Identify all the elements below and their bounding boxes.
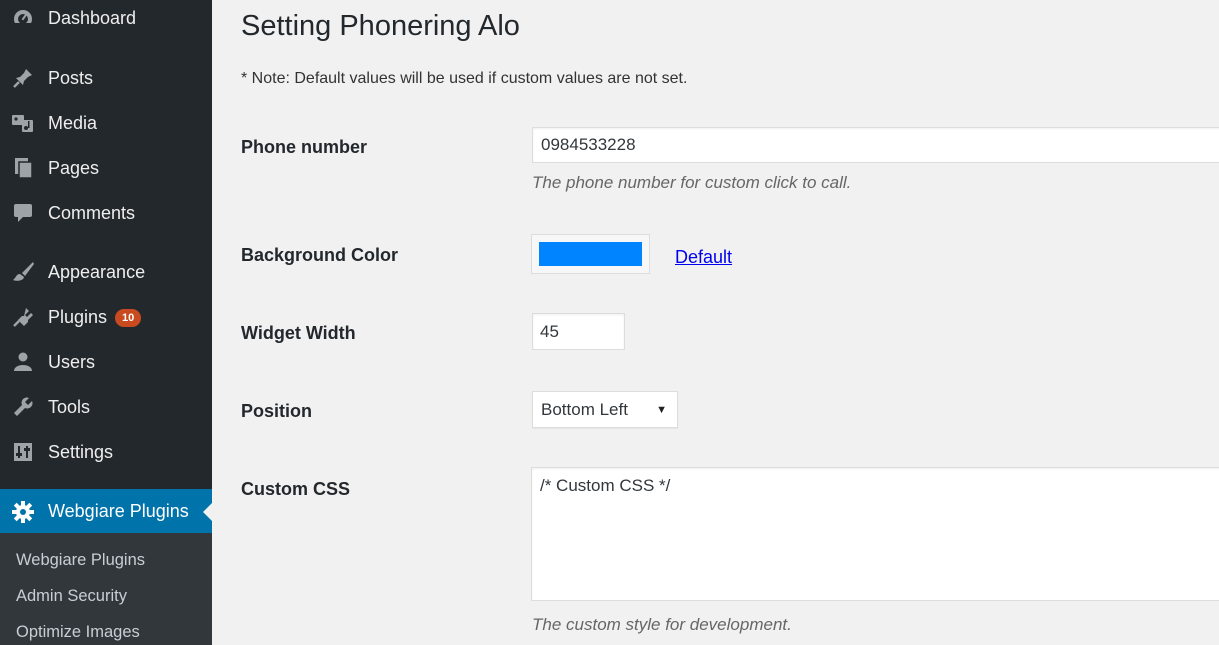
sidebar-item-dashboard[interactable]: Dashboard xyxy=(0,0,212,38)
default-color-link[interactable]: Default xyxy=(675,247,732,268)
sidebar-item-settings[interactable]: Settings xyxy=(0,432,212,472)
brush-icon xyxy=(11,260,35,284)
sidebar-item-posts[interactable]: Posts xyxy=(0,58,212,98)
sidebar-item-plugins[interactable]: Plugins 10 xyxy=(0,297,212,337)
wrench-icon xyxy=(11,395,35,419)
dashboard-icon xyxy=(11,6,35,30)
phone-number-label: Phone number xyxy=(241,137,368,157)
custom-css-label: Custom CSS xyxy=(241,479,351,499)
settings-content: Setting Phonering Alo * Note: Default va… xyxy=(212,0,1219,645)
sidebar-item-label: Users xyxy=(48,351,96,372)
user-icon xyxy=(11,350,35,374)
sidebar-item-appearance[interactable]: Appearance xyxy=(0,252,212,292)
page-title: Setting Phonering Alo xyxy=(241,10,520,42)
widget-width-input[interactable] xyxy=(532,313,625,350)
sidebar-item-label: Settings xyxy=(48,441,114,462)
sidebar-item-label: Tools xyxy=(48,396,91,417)
sidebar-item-webgiare-plugins[interactable]: Webgiare Plugins xyxy=(0,489,212,534)
submenu-item-admin-security[interactable]: Admin Security xyxy=(16,587,127,606)
widget-width-label: Widget Width xyxy=(241,323,356,343)
submenu: Webgiare Plugins Admin Security Optimize… xyxy=(0,533,212,645)
background-color-label: Background Color xyxy=(241,245,399,265)
sidebar-item-label: Dashboard xyxy=(48,7,137,28)
sidebar-item-comments[interactable]: Comments xyxy=(0,193,212,233)
sidebar-item-pages[interactable]: Pages xyxy=(0,148,212,188)
plugin-icon xyxy=(11,305,35,329)
color-picker-button[interactable] xyxy=(531,234,650,274)
sidebar-item-label: Pages xyxy=(48,157,100,178)
gear-icon xyxy=(11,500,35,524)
media-icon xyxy=(11,111,35,135)
submenu-item-webgiare-plugins[interactable]: Webgiare Plugins xyxy=(16,551,145,570)
custom-css-textarea[interactable]: /* Custom CSS */ xyxy=(531,467,1219,601)
color-swatch xyxy=(539,242,642,266)
submenu-item-optimize-images[interactable]: Optimize Images xyxy=(16,623,140,642)
pin-icon xyxy=(11,66,35,90)
sidebar-item-label: Appearance xyxy=(48,261,146,282)
admin-sidebar: Dashboard Posts Media Pages Comments App… xyxy=(0,0,212,645)
sidebar-item-label: Webgiare Plugins xyxy=(48,501,189,521)
dropdown-arrow-icon: ▼ xyxy=(656,404,667,416)
settings-sliders-icon xyxy=(11,440,35,464)
sidebar-item-label: Plugins 10 xyxy=(48,307,142,328)
position-select[interactable]: Bottom Left ▼ xyxy=(532,391,678,428)
sidebar-item-media[interactable]: Media xyxy=(0,103,212,143)
phone-number-description: The phone number for custom click to cal… xyxy=(532,173,852,192)
sidebar-item-users[interactable]: Users xyxy=(0,342,212,382)
comment-icon xyxy=(11,201,35,225)
sidebar-item-label: Comments xyxy=(48,202,136,223)
position-selected-value: Bottom Left xyxy=(541,399,628,419)
sidebar-item-label: Media xyxy=(48,112,98,133)
update-count-badge: 10 xyxy=(115,308,142,327)
sidebar-item-label: Posts xyxy=(48,67,94,88)
defaults-note: * Note: Default values will be used if c… xyxy=(241,70,688,87)
custom-css-description: The custom style for development. xyxy=(532,615,792,634)
sidebar-item-tools[interactable]: Tools xyxy=(0,387,212,427)
phone-number-input[interactable] xyxy=(532,127,1219,163)
pages-icon xyxy=(11,156,35,180)
position-label: Position xyxy=(241,401,312,421)
